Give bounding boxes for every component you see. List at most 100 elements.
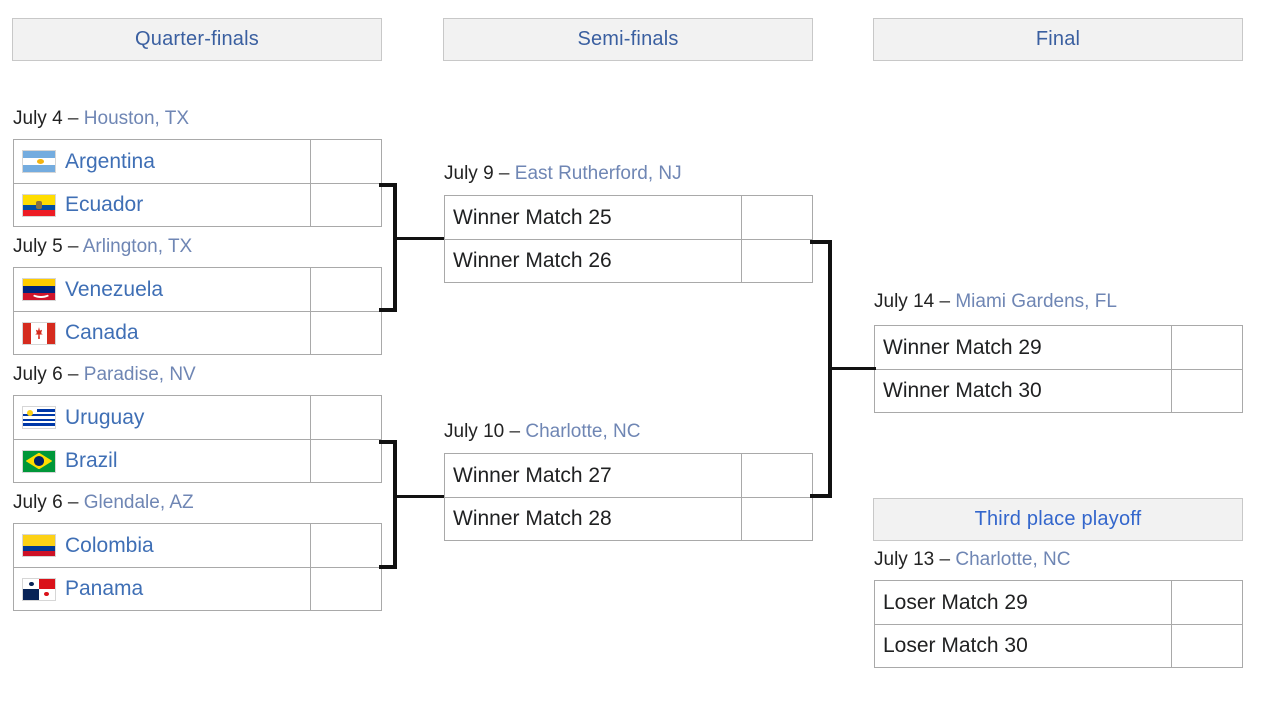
table-row: Winner Match 26 <box>445 239 812 282</box>
connector-line <box>379 565 397 569</box>
dash-separator: – <box>498 163 510 184</box>
venue-line-qf3: July 6 – Paradise, NV <box>13 364 196 386</box>
table-row: Loser Match 30 <box>875 624 1242 667</box>
connector-line <box>393 440 397 569</box>
connector-line <box>828 367 876 370</box>
score-cell <box>310 568 381 610</box>
venue-link[interactable]: Charlotte, NC <box>955 549 1070 570</box>
dash-separator: – <box>939 291 951 312</box>
round-header-quarter-finals: Quarter-finals <box>12 18 382 61</box>
table-row: Winner Match 30 <box>875 369 1242 412</box>
venue-line-final: July 14 – Miami Gardens, FL <box>874 291 1117 313</box>
team-name[interactable]: Uruguay <box>65 406 144 430</box>
team-name: Winner Match 26 <box>453 249 612 272</box>
team-cell: Colombia <box>14 524 310 567</box>
table-row: Winner Match 25 <box>445 196 812 239</box>
team-cell: Ecuador <box>14 184 310 226</box>
table-row: Canada <box>14 311 381 354</box>
table-row: Brazil <box>14 439 381 482</box>
match-box-third-place: Loser Match 29 Loser Match 30 <box>874 580 1243 668</box>
team-name: Loser Match 29 <box>883 590 1028 614</box>
match-box-final: Winner Match 29 Winner Match 30 <box>874 325 1243 413</box>
score-cell <box>310 312 381 354</box>
round-header-label: Third place playoff <box>974 508 1142 530</box>
table-row: Loser Match 29 <box>875 581 1242 624</box>
table-row: Panama <box>14 567 381 610</box>
team-name[interactable]: Panama <box>65 577 143 601</box>
panama-flag-icon <box>22 577 56 601</box>
round-header-label: Final <box>1035 28 1081 50</box>
team-cell: Winner Match 27 <box>445 454 741 497</box>
team-cell: Argentina <box>14 140 310 183</box>
table-row: Colombia <box>14 524 381 567</box>
venue-link[interactable]: Paradise, NV <box>84 364 196 385</box>
brazil-flag-icon <box>22 449 56 473</box>
match-box-qf3: Uruguay Brazil <box>13 395 382 483</box>
venue-line-qf4: July 6 – Glendale, AZ <box>13 492 194 514</box>
round-header-label: Quarter-finals <box>135 28 259 50</box>
score-cell <box>1171 326 1242 369</box>
venue-line-qf1: July 4 – Houston, TX <box>13 108 189 130</box>
score-cell <box>310 184 381 226</box>
team-cell: Winner Match 29 <box>875 326 1171 369</box>
score-cell <box>310 440 381 482</box>
connector-line <box>379 308 397 312</box>
venue-link[interactable]: Houston, TX <box>84 108 189 129</box>
match-box-qf1: Argentina Ecuador <box>13 139 382 227</box>
team-cell: Loser Match 29 <box>875 581 1171 624</box>
venue-line-sf2: July 10 – Charlotte, NC <box>444 421 640 443</box>
canada-flag-icon <box>22 321 56 345</box>
team-name[interactable]: Argentina <box>65 150 155 174</box>
round-header-label: Semi-finals <box>577 28 679 50</box>
table-row: Winner Match 27 <box>445 454 812 497</box>
score-cell <box>1171 625 1242 667</box>
team-name[interactable]: Ecuador <box>65 193 143 217</box>
venue-link[interactable]: Charlotte, NC <box>525 421 640 442</box>
venue-link[interactable]: Glendale, AZ <box>84 492 194 513</box>
team-name[interactable]: Brazil <box>65 449 118 473</box>
match-box-sf1: Winner Match 25 Winner Match 26 <box>444 195 813 283</box>
match-date: July 13 <box>874 549 935 570</box>
table-row: Winner Match 29 <box>875 326 1242 369</box>
round-header-final: Final <box>873 18 1243 61</box>
round-header-third-place-playoff: Third place playoff <box>873 498 1243 541</box>
connector-line <box>393 183 397 312</box>
team-name: Winner Match 28 <box>453 507 612 530</box>
team-cell: Venezuela <box>14 268 310 311</box>
score-cell <box>741 196 812 239</box>
venue-link[interactable]: Arlington, TX <box>83 236 192 257</box>
team-name: Loser Match 30 <box>883 634 1028 657</box>
team-cell: Loser Match 30 <box>875 625 1171 667</box>
score-cell <box>310 268 381 311</box>
dash-separator: – <box>67 236 79 257</box>
team-cell: Winner Match 25 <box>445 196 741 239</box>
venue-line-third-place: July 13 – Charlotte, NC <box>874 549 1070 571</box>
score-cell <box>741 454 812 497</box>
team-name[interactable]: Canada <box>65 321 139 345</box>
team-name[interactable]: Venezuela <box>65 278 163 302</box>
team-cell: Brazil <box>14 440 310 482</box>
team-cell: Winner Match 26 <box>445 240 741 282</box>
score-cell <box>310 396 381 439</box>
dash-separator: – <box>509 421 521 442</box>
venue-link[interactable]: East Rutherford, NJ <box>515 163 682 184</box>
connector-line <box>810 494 832 498</box>
tournament-bracket: Quarter-finals Semi-finals Final Third p… <box>0 0 1280 718</box>
team-name[interactable]: Colombia <box>65 534 154 558</box>
dash-separator: – <box>67 364 79 385</box>
table-row: Uruguay <box>14 396 381 439</box>
table-row: Argentina <box>14 140 381 183</box>
round-header-semi-finals: Semi-finals <box>443 18 813 61</box>
match-date: July 14 <box>874 291 935 312</box>
venue-line-qf2: July 5 – Arlington, TX <box>13 236 192 258</box>
team-name: Winner Match 27 <box>453 463 612 487</box>
ecuador-flag-icon <box>22 193 56 217</box>
venue-link[interactable]: Miami Gardens, FL <box>955 291 1117 312</box>
match-box-qf4: Colombia Panama <box>13 523 382 611</box>
team-cell: Winner Match 28 <box>445 498 741 540</box>
match-box-sf2: Winner Match 27 Winner Match 28 <box>444 453 813 541</box>
table-row: Winner Match 28 <box>445 497 812 540</box>
connector-line <box>393 495 444 498</box>
score-cell <box>310 524 381 567</box>
table-row: Ecuador <box>14 183 381 226</box>
